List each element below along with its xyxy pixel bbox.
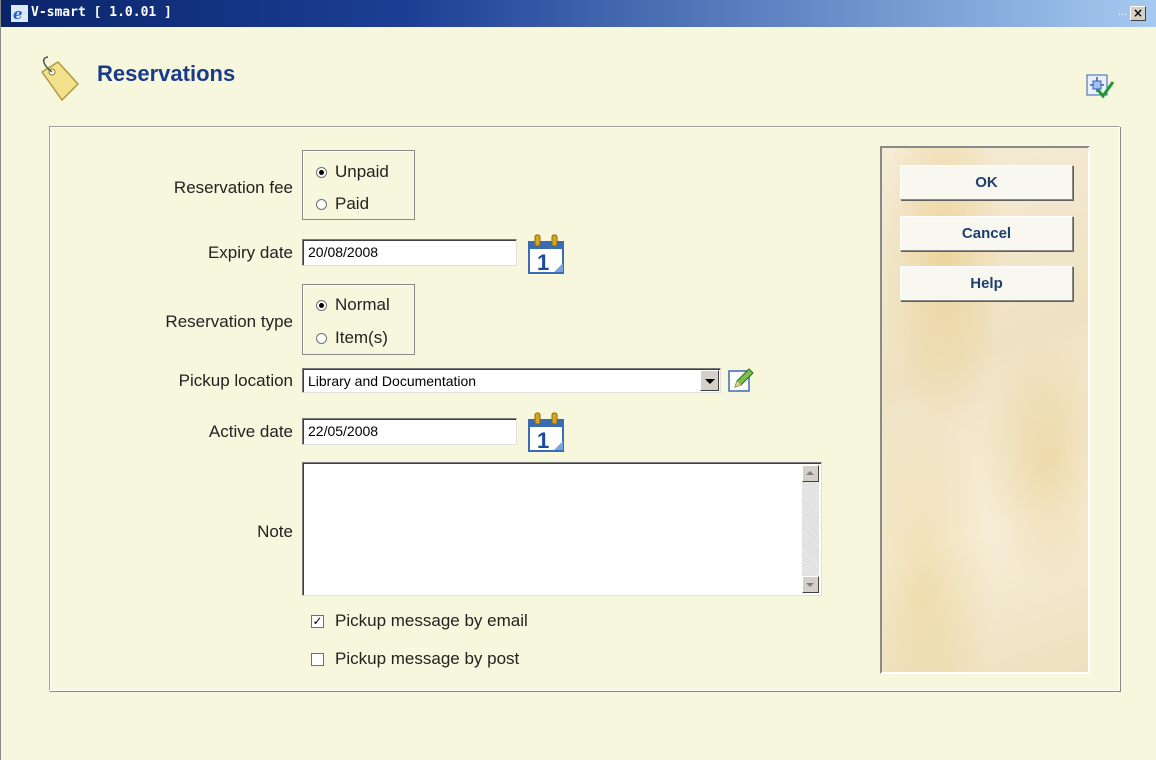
expiry-date-input[interactable]: 20/08/2008 [302, 239, 517, 266]
active-date-label: Active date [208, 422, 293, 441]
pickup-post-label: Pickup message by post [335, 649, 520, 668]
expiry-date-label: Expiry date [207, 243, 293, 262]
radio-unpaid-label: Unpaid [335, 162, 389, 181]
radio-paid[interactable] [316, 198, 327, 210]
svg-text:1: 1 [537, 428, 549, 452]
pickup-email-label: Pickup message by email [335, 611, 528, 630]
reservation-fee-group: Unpaid Paid [302, 150, 415, 220]
radio-option-normal[interactable]: Normal [303, 294, 390, 316]
cancel-button[interactable]: Cancel [900, 216, 1073, 251]
note-textarea[interactable] [302, 462, 822, 596]
radio-normal-label: Normal [335, 295, 390, 314]
page-title: Reservations [97, 61, 236, 86]
ok-button[interactable]: OK [900, 165, 1073, 200]
reservation-type-label: Reservation type [165, 312, 293, 331]
pickup-email-checkbox[interactable]: ✓ [311, 614, 324, 628]
window-title: V-smart [ 1.0.01 ] [31, 5, 172, 20]
browser-app-icon: e [11, 5, 28, 22]
pickup-post-checkbox[interactable] [311, 652, 324, 666]
dropdown-arrow-icon[interactable] [700, 370, 719, 391]
pickup-email-option[interactable]: ✓ Pickup message by email [311, 611, 528, 631]
radio-normal[interactable] [316, 299, 327, 311]
radio-items[interactable] [316, 332, 327, 344]
radio-unpaid[interactable] [316, 166, 327, 178]
form-check-icon[interactable] [1086, 74, 1114, 100]
title-bar: e V-smart [ 1.0.01 ] ... × [1, 0, 1156, 27]
scroll-up-icon[interactable] [802, 465, 819, 482]
reservation-type-group: Normal Item(s) [302, 284, 415, 355]
radio-paid-label: Paid [335, 194, 370, 213]
help-button[interactable]: Help [900, 266, 1073, 301]
pencil-edit-icon[interactable] [728, 367, 754, 393]
application-window: e V-smart [ 1.0.01 ] ... × Reservations … [0, 0, 1156, 760]
radio-option-unpaid[interactable]: Unpaid [303, 161, 389, 183]
svg-text:e: e [13, 5, 23, 22]
pickup-location-value: Library and Documentation [308, 373, 477, 389]
pickup-location-select[interactable]: Library and Documentation [302, 368, 721, 393]
reservation-fee-label: Reservation fee [173, 178, 293, 197]
radio-items-label: Item(s) [335, 328, 388, 347]
calendar-icon[interactable]: 1 [526, 234, 566, 274]
radio-option-items[interactable]: Item(s) [303, 327, 388, 349]
calendar-icon[interactable]: 1 [526, 412, 566, 452]
active-date-input[interactable]: 22/05/2008 [302, 418, 517, 445]
close-icon: × [1132, 6, 1144, 20]
tag-icon [40, 56, 80, 102]
svg-text:1: 1 [537, 250, 549, 274]
note-scrollbar[interactable] [802, 465, 819, 593]
radio-option-paid[interactable]: Paid [303, 193, 369, 215]
note-label: Note [257, 522, 293, 541]
pickup-location-label: Pickup location [178, 371, 293, 390]
close-button[interactable]: × [1130, 6, 1146, 21]
pickup-post-option[interactable]: Pickup message by post [311, 649, 519, 669]
window-options-indicator[interactable]: ... [1118, 6, 1127, 18]
action-button-panel: OK Cancel Help [880, 146, 1090, 674]
scroll-down-icon[interactable] [802, 576, 819, 593]
